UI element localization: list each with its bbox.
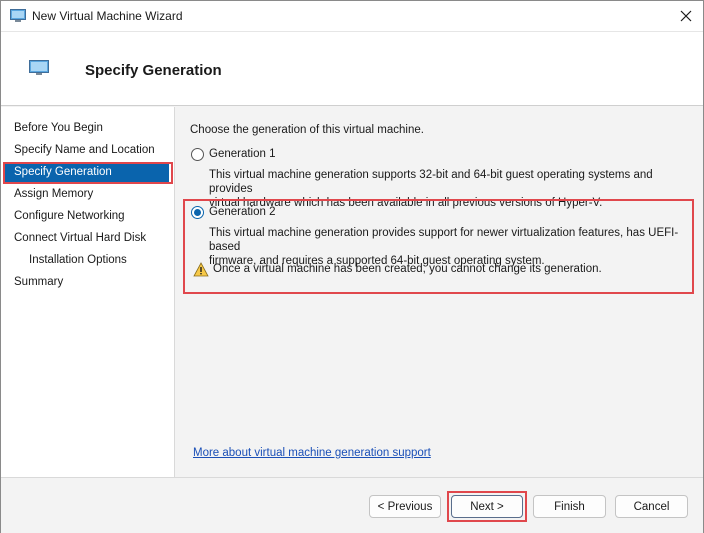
- generation-2-label[interactable]: Generation 2: [209, 206, 276, 218]
- main-content: Choose the generation of this virtual ma…: [176, 107, 703, 477]
- generation-2-description-line: This virtual machine generation provides…: [209, 227, 679, 253]
- sidebar-item-installation-options[interactable]: Installation Options: [5, 250, 169, 270]
- sidebar-item-connect-virtual-hard-disk[interactable]: Connect Virtual Hard Disk: [5, 228, 169, 248]
- page-title: Specify Generation: [85, 62, 222, 79]
- vm-monitor-icon: [10, 9, 26, 22]
- sidebar-item-before-you-begin[interactable]: Before You Begin: [5, 118, 169, 138]
- previous-button[interactable]: < Previous: [369, 495, 441, 518]
- generation-1-label[interactable]: Generation 1: [209, 148, 276, 160]
- wizard-footer: < Previous Next > Finish Cancel: [1, 477, 703, 533]
- sidebar-item-configure-networking[interactable]: Configure Networking: [5, 206, 169, 226]
- warning-icon: [193, 262, 209, 277]
- sidebar-item-summary[interactable]: Summary: [5, 272, 169, 292]
- generation-2-radio[interactable]: [191, 206, 204, 219]
- warning-text: Once a virtual machine has been created,…: [213, 263, 602, 275]
- intro-text: Choose the generation of this virtual ma…: [190, 124, 424, 136]
- vm-monitor-icon: [29, 60, 49, 75]
- finish-button[interactable]: Finish: [533, 495, 606, 518]
- generation-2-description: This virtual machine generation provides…: [209, 226, 691, 268]
- generation-1-description-line: This virtual machine generation supports…: [209, 169, 653, 195]
- generation-1-radio[interactable]: [191, 148, 204, 161]
- close-button[interactable]: [675, 5, 697, 27]
- window-title: New Virtual Machine Wizard: [32, 9, 183, 23]
- more-info-link[interactable]: More about virtual machine generation su…: [193, 447, 431, 459]
- cancel-button[interactable]: Cancel: [615, 495, 688, 518]
- title-bar: New Virtual Machine Wizard: [1, 1, 703, 32]
- highlight-box-sidebar: [3, 162, 173, 184]
- sidebar-item-assign-memory[interactable]: Assign Memory: [5, 184, 169, 204]
- wizard-window: New Virtual Machine Wizard Specify Gener…: [0, 0, 704, 533]
- next-button[interactable]: Next >: [451, 495, 523, 518]
- close-icon: [680, 10, 692, 22]
- wizard-header: Specify Generation: [1, 32, 703, 106]
- sidebar-item-specify-name-location[interactable]: Specify Name and Location: [5, 140, 169, 160]
